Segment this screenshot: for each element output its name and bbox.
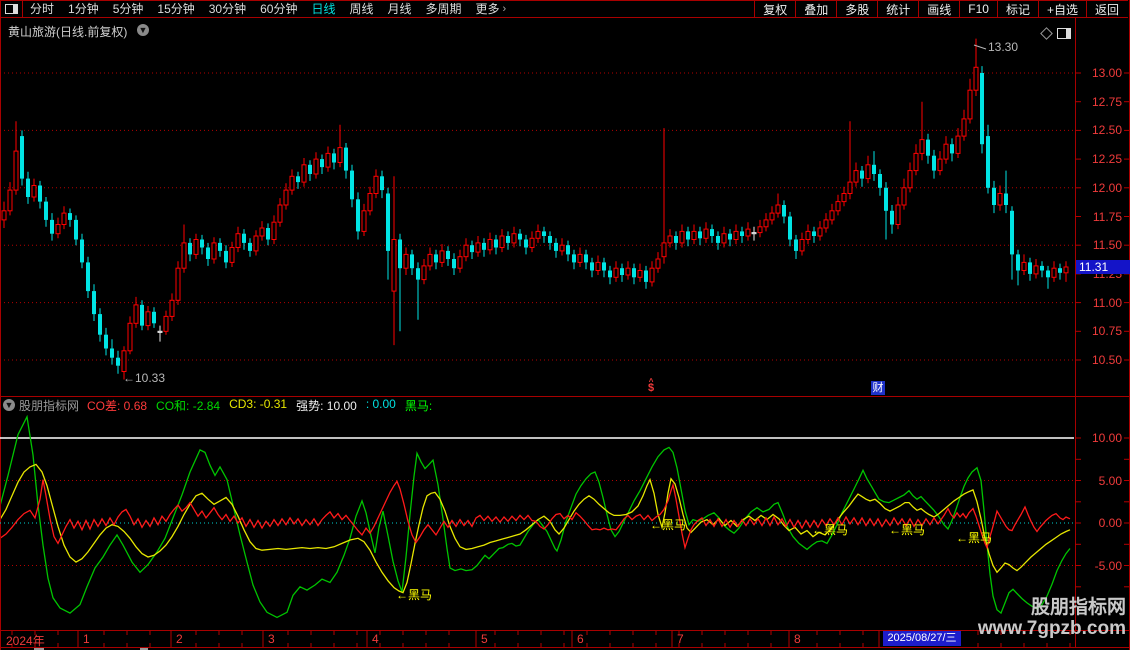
- legend-item-5: 黑马:: [405, 397, 432, 414]
- toolbar-button-2[interactable]: 多股: [836, 1, 877, 17]
- high-annotation: 13.30: [988, 40, 1018, 54]
- month-label: 7: [677, 632, 684, 646]
- toolbar-buttons: 复权叠加多股统计画线F10标记+自选返回: [754, 1, 1127, 17]
- price-label: 13.00: [1078, 66, 1122, 80]
- indicator-axis-label: 10.00: [1078, 431, 1122, 445]
- indicator-legend: ▼ 股朋指标网 CO差: 0.68 CO和: -2.84 CD3: -0.31 强势:…: [3, 398, 441, 412]
- menu-item-5[interactable]: 60分钟: [253, 1, 304, 17]
- menu-item-9[interactable]: 多周期: [419, 1, 469, 17]
- menu-item-0[interactable]: 分时: [23, 1, 61, 17]
- menu-item-10[interactable]: 更多: [469, 1, 507, 17]
- price-label: 12.75: [1078, 95, 1122, 109]
- dark-horse-signal: ←黑马: [956, 529, 992, 546]
- menu-item-8[interactable]: 月线: [381, 1, 419, 17]
- menu-item-6[interactable]: 日线: [304, 1, 342, 17]
- watermark-site: 股朋指标网: [978, 597, 1126, 618]
- month-label: 3: [268, 632, 275, 646]
- top-menubar: 分时1分钟5分钟15分钟30分钟60分钟日线周线月线多周期更多› 复权叠加多股统…: [0, 0, 1128, 18]
- menu-item-3[interactable]: 15分钟: [150, 1, 201, 17]
- legend-item-3: 强势: 10.00: [296, 397, 357, 414]
- month-label: 5: [481, 632, 488, 646]
- indicator-axis-label: -5.00: [1078, 559, 1122, 573]
- legend-item-1: CO和: -2.84: [156, 397, 220, 414]
- watermark-url: www.7gpzb.com: [978, 618, 1126, 639]
- year-label: 2024年: [6, 632, 45, 649]
- period-menu: 分时1分钟5分钟15分钟30分钟60分钟日线周线月线多周期更多›: [23, 1, 506, 17]
- toolbar-button-0[interactable]: 复权: [754, 1, 795, 17]
- toolbar-button-6[interactable]: 标记: [997, 1, 1038, 17]
- price-label: 11.50: [1078, 238, 1122, 252]
- dark-horse-signal: ←黑马: [812, 521, 848, 538]
- toolbar-button-3[interactable]: 统计: [877, 1, 918, 17]
- toolbar-button-1[interactable]: 叠加: [795, 1, 836, 17]
- price-label: 12.00: [1078, 181, 1122, 195]
- split-pane-icon: [5, 4, 18, 14]
- price-label: 10.75: [1078, 324, 1122, 338]
- legend-site-label: 股朋指标网: [19, 397, 79, 414]
- collapse-icon[interactable]: ▼: [3, 399, 15, 411]
- month-label: 6: [577, 632, 584, 646]
- legend-values: CO差: 0.68 CO和: -2.84 CD3: -0.31 强势: 10.00 : …: [87, 397, 441, 414]
- low-annotation: ←10.33: [123, 371, 165, 385]
- stock-title: 黄山旅游(日线.前复权): [8, 23, 127, 40]
- menu-item-4[interactable]: 30分钟: [202, 1, 253, 17]
- split-panel-icon[interactable]: [1057, 28, 1071, 39]
- shareholder-marker[interactable]: ^$: [648, 378, 654, 392]
- last-price-tag: 11.31: [1076, 260, 1130, 274]
- month-label: 2: [176, 632, 183, 646]
- month-label: 4: [372, 632, 379, 646]
- price-label: 12.50: [1078, 123, 1122, 137]
- app-window: 分时1分钟5分钟15分钟30分钟60分钟日线周线月线多周期更多› 复权叠加多股统…: [0, 0, 1130, 650]
- dark-horse-signal: ←黑马: [650, 516, 686, 533]
- menu-item-1[interactable]: 1分钟: [61, 1, 106, 17]
- legend-item-4: : 0.00: [366, 397, 396, 414]
- legend-item-2: CD3: -0.31: [229, 397, 287, 414]
- toolbar-button-7[interactable]: +自选: [1038, 1, 1086, 17]
- chart-canvas: [0, 0, 1130, 650]
- price-label: 12.25: [1078, 152, 1122, 166]
- month-label: 8: [794, 632, 801, 646]
- price-label: 10.50: [1078, 353, 1122, 367]
- month-label: 1: [83, 632, 90, 646]
- legend-item-0: CO差: 0.68: [87, 397, 147, 414]
- window-layout-button[interactable]: [0, 1, 23, 17]
- indicator-axis-label: 5.00: [1078, 474, 1122, 488]
- menu-item-7[interactable]: 周线: [342, 1, 380, 17]
- menu-item-2[interactable]: 5分钟: [106, 1, 151, 17]
- dark-horse-signal: ←黑马: [396, 586, 432, 603]
- toolbar-button-5[interactable]: F10: [959, 1, 997, 17]
- chevron-right-icon: ›: [503, 3, 507, 15]
- price-label: 11.75: [1078, 210, 1122, 224]
- current-date-tag: 2025/08/27/三: [883, 631, 961, 646]
- toolbar-button-4[interactable]: 画线: [918, 1, 959, 17]
- chevron-down-icon[interactable]: ▼: [137, 24, 149, 36]
- watermark: 股朋指标网 www.7gpzb.com: [978, 597, 1126, 639]
- dark-horse-signal: ←黑马: [889, 521, 925, 538]
- price-label: 11.00: [1078, 296, 1122, 310]
- indicator-axis-label: 0.00: [1078, 516, 1122, 530]
- financial-report-marker[interactable]: 财: [871, 381, 885, 395]
- toolbar-button-8[interactable]: 返回: [1086, 1, 1127, 17]
